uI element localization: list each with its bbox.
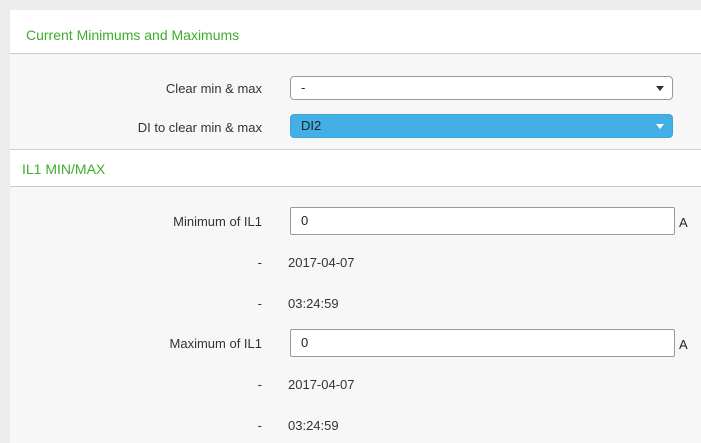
minimum-date: 2017-04-07 — [288, 255, 355, 270]
page-background-top — [0, 0, 701, 10]
minimum-label: Minimum of IL1 — [173, 214, 262, 229]
maximum-label: Maximum of IL1 — [169, 336, 262, 351]
minimum-field[interactable]: 0 — [290, 207, 675, 235]
minimum-value: 0 — [301, 213, 309, 228]
clear-min-max-label: Clear min & max — [165, 81, 262, 96]
minimum-unit: A — [679, 215, 688, 230]
minimum-date-label: - — [257, 255, 262, 270]
di-to-clear-label: DI to clear min & max — [137, 120, 262, 135]
minimum-time: 03:24:59 — [288, 296, 339, 311]
maximum-date: 2017-04-07 — [288, 377, 355, 392]
caret-down-icon — [656, 86, 664, 91]
minimum-time-label: - — [257, 296, 262, 311]
page-background-left — [0, 0, 10, 443]
maximum-time: 03:24:59 — [288, 418, 339, 433]
section-title: IL1 MIN/MAX — [22, 161, 106, 177]
maximum-time-label: - — [257, 418, 262, 433]
clear-min-max-value: - — [301, 80, 306, 95]
di-to-clear-value: DI2 — [301, 118, 322, 133]
section-title: Current Minimums and Maximums — [26, 27, 240, 43]
section-header-current-minmax: Current Minimums and Maximums — [10, 10, 701, 54]
clear-min-max-select[interactable]: - — [290, 76, 673, 100]
maximum-date-label: - — [257, 377, 262, 392]
di-to-clear-select[interactable]: DI2 — [290, 114, 673, 138]
maximum-unit: A — [679, 337, 688, 352]
section-header-il1-minmax: IL1 MIN/MAX — [10, 149, 701, 187]
maximum-value: 0 — [301, 335, 309, 350]
caret-down-icon — [656, 124, 664, 129]
settings-panel: Current Minimums and Maximums Clear min … — [10, 10, 701, 443]
maximum-field[interactable]: 0 — [290, 329, 675, 357]
